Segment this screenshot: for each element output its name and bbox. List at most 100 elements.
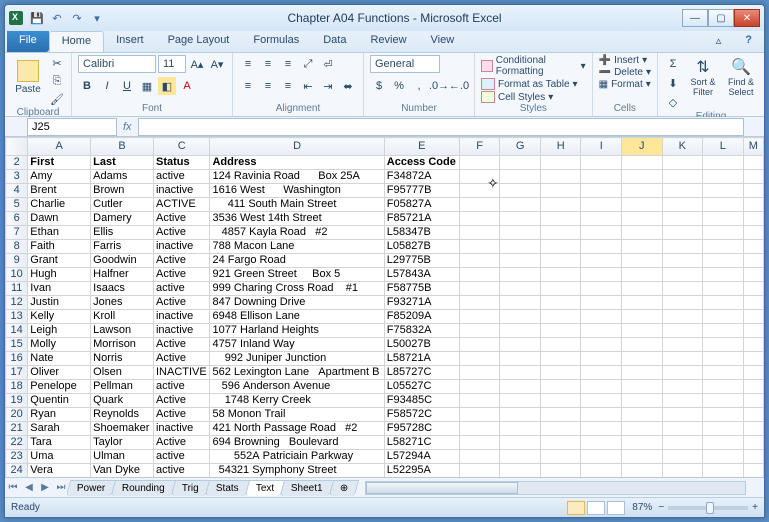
cell-K3[interactable] xyxy=(662,170,703,184)
cell-C8[interactable]: inactive xyxy=(153,240,209,254)
cell-F15[interactable] xyxy=(459,338,500,352)
cell-J17[interactable] xyxy=(621,366,662,380)
cell-H12[interactable] xyxy=(540,296,581,310)
cell-H2[interactable] xyxy=(540,156,581,170)
row-header-21[interactable]: 21 xyxy=(6,422,28,436)
cell-J16[interactable] xyxy=(621,352,662,366)
cell-G24[interactable] xyxy=(500,464,541,478)
cell-C2[interactable]: Status xyxy=(153,156,209,170)
cell-K2[interactable] xyxy=(662,156,703,170)
row-header-23[interactable]: 23 xyxy=(6,450,28,464)
cell-H9[interactable] xyxy=(540,254,581,268)
cell-H16[interactable] xyxy=(540,352,581,366)
cell-E8[interactable]: L05827B xyxy=(384,240,459,254)
cell-I16[interactable] xyxy=(581,352,622,366)
font-color-icon[interactable]: A xyxy=(178,77,196,95)
cell-G3[interactable] xyxy=(500,170,541,184)
cell-F9[interactable] xyxy=(459,254,500,268)
cell-I13[interactable] xyxy=(581,310,622,324)
cell-D19[interactable]: 1748 Kerry Creek xyxy=(210,394,384,408)
italic-button[interactable]: I xyxy=(98,77,116,95)
align-left-icon[interactable]: ≡ xyxy=(239,77,257,95)
cell-K17[interactable] xyxy=(662,366,703,380)
cell-G20[interactable] xyxy=(500,408,541,422)
cell-E5[interactable]: F05827A xyxy=(384,198,459,212)
cell-K9[interactable] xyxy=(662,254,703,268)
delete-cells-button[interactable]: ➖Delete ▾ xyxy=(599,67,651,78)
cell-J11[interactable] xyxy=(621,282,662,296)
cell-J4[interactable] xyxy=(621,184,662,198)
decrease-indent-icon[interactable]: ⇤ xyxy=(299,77,317,95)
cell-B23[interactable]: Ulman xyxy=(91,450,154,464)
cell-A6[interactable]: Dawn xyxy=(28,212,91,226)
fill-button[interactable]: ⬇ xyxy=(664,74,682,92)
merge-center-icon[interactable]: ⬌ xyxy=(339,77,357,95)
align-center-icon[interactable]: ≡ xyxy=(259,77,277,95)
cell-D7[interactable]: 4857 Kayla Road #2 xyxy=(210,226,384,240)
cell-D21[interactable]: 421 North Passage Road #2 xyxy=(210,422,384,436)
cell-G10[interactable] xyxy=(500,268,541,282)
cell-A3[interactable]: Amy xyxy=(28,170,91,184)
cell-J23[interactable] xyxy=(621,450,662,464)
find-select-button[interactable]: 🔍Find & Select xyxy=(724,55,758,99)
cell-B18[interactable]: Pellman xyxy=(91,380,154,394)
row-header-4[interactable]: 4 xyxy=(6,184,28,198)
cell-E21[interactable]: F95728C xyxy=(384,422,459,436)
cell-E23[interactable]: L57294A xyxy=(384,450,459,464)
insert-cells-button[interactable]: ➕Insert ▾ xyxy=(599,55,651,66)
cell-F22[interactable] xyxy=(459,436,500,450)
cell-J9[interactable] xyxy=(621,254,662,268)
row-header-15[interactable]: 15 xyxy=(6,338,28,352)
number-format-select[interactable]: General xyxy=(370,55,440,73)
cell-E7[interactable]: L58347B xyxy=(384,226,459,240)
cell-G13[interactable] xyxy=(500,310,541,324)
cell-I9[interactable] xyxy=(581,254,622,268)
cell-J14[interactable] xyxy=(621,324,662,338)
cell-A18[interactable]: Penelope xyxy=(28,380,91,394)
cell-E4[interactable]: F95777B xyxy=(384,184,459,198)
cell-L22[interactable] xyxy=(703,436,744,450)
cell-G19[interactable] xyxy=(500,394,541,408)
cell-G16[interactable] xyxy=(500,352,541,366)
cell-K7[interactable] xyxy=(662,226,703,240)
cell-G7[interactable] xyxy=(500,226,541,240)
cell-L21[interactable] xyxy=(703,422,744,436)
cell-L12[interactable] xyxy=(703,296,744,310)
cell-I3[interactable] xyxy=(581,170,622,184)
cell-E13[interactable]: F85209A xyxy=(384,310,459,324)
cell-C9[interactable]: Active xyxy=(153,254,209,268)
cell-K4[interactable] xyxy=(662,184,703,198)
cell-A22[interactable]: Tara xyxy=(28,436,91,450)
cell-C23[interactable]: active xyxy=(153,450,209,464)
cell-M8[interactable] xyxy=(743,240,763,254)
row-header-22[interactable]: 22 xyxy=(6,436,28,450)
cell-A14[interactable]: Leigh xyxy=(28,324,91,338)
row-header-12[interactable]: 12 xyxy=(6,296,28,310)
cell-M16[interactable] xyxy=(743,352,763,366)
cell-L9[interactable] xyxy=(703,254,744,268)
cell-I5[interactable] xyxy=(581,198,622,212)
close-button[interactable]: ✕ xyxy=(734,9,760,27)
sheet-tab-rounding[interactable]: Rounding xyxy=(111,480,176,496)
cut-icon[interactable]: ✂ xyxy=(49,55,65,71)
cell-B21[interactable]: Shoemaker xyxy=(91,422,154,436)
cell-H21[interactable] xyxy=(540,422,581,436)
cell-K6[interactable] xyxy=(662,212,703,226)
cell-A24[interactable]: Vera xyxy=(28,464,91,478)
cell-F4[interactable] xyxy=(459,184,500,198)
cell-A15[interactable]: Molly xyxy=(28,338,91,352)
cell-I8[interactable] xyxy=(581,240,622,254)
cell-E15[interactable]: L50027B xyxy=(384,338,459,352)
redo-icon[interactable]: ↷ xyxy=(69,10,85,26)
cell-A2[interactable]: First xyxy=(28,156,91,170)
cell-D12[interactable]: 847 Downing Drive xyxy=(210,296,384,310)
currency-icon[interactable]: $ xyxy=(370,77,388,95)
cell-M17[interactable] xyxy=(743,366,763,380)
cell-C24[interactable]: active xyxy=(153,464,209,478)
cell-M2[interactable] xyxy=(743,156,763,170)
cell-G5[interactable] xyxy=(500,198,541,212)
cell-A7[interactable]: Ethan xyxy=(28,226,91,240)
cell-C11[interactable]: active xyxy=(153,282,209,296)
cell-A12[interactable]: Justin xyxy=(28,296,91,310)
cell-G6[interactable] xyxy=(500,212,541,226)
